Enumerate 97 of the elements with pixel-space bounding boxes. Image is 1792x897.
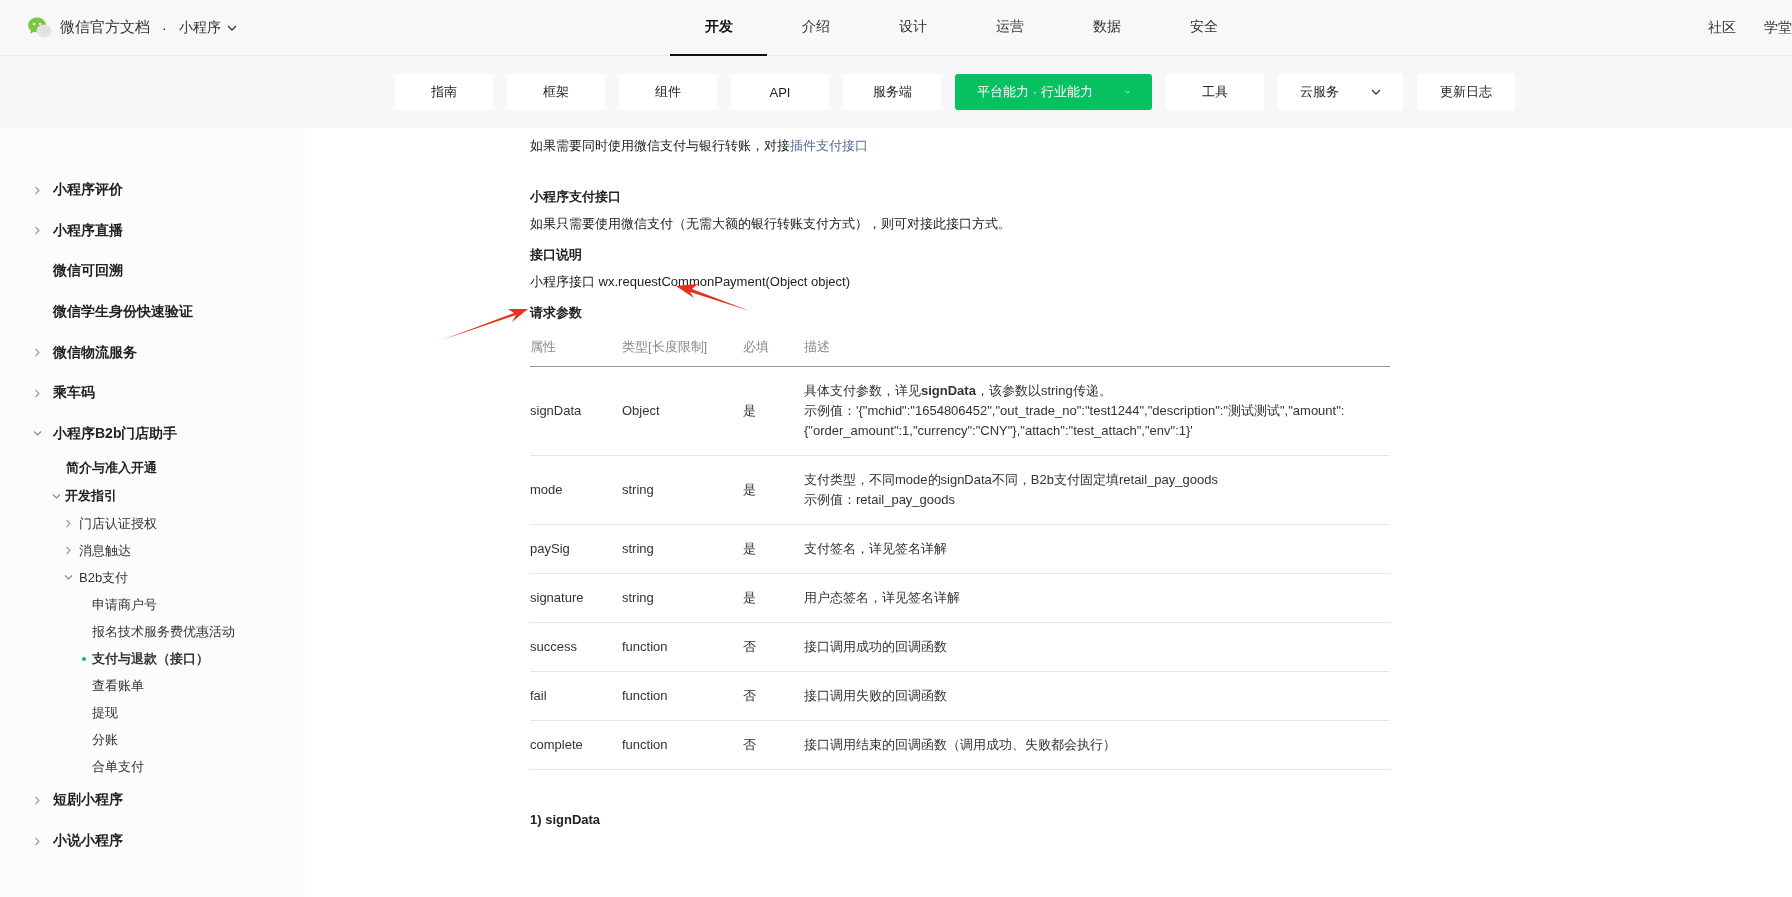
chevron-icon[interactable] — [33, 388, 42, 398]
table-cell: Object — [622, 366, 743, 456]
chevron-icon[interactable] — [64, 546, 73, 556]
header-link[interactable]: 学堂 — [1764, 18, 1792, 37]
sidebar-item[interactable]: 短剧小程序 — [53, 791, 123, 810]
plugin-payment-link[interactable]: 插件支付接口 — [790, 138, 868, 153]
table-cell: string — [622, 455, 743, 525]
header-link[interactable]: 社区 — [1708, 18, 1736, 37]
table-cell: 是 — [743, 573, 804, 623]
nav-tab[interactable]: 运营 — [961, 0, 1058, 56]
column-header: 描述 — [804, 330, 1390, 367]
table-cell-text: 示例值：'{"mchid":"1654806452","out_trade_no":"test1244","description":"测试测试","amount":{"order_amount":1,"currency":"CNY"},"attach":"test_attach","env":1}' — [804, 402, 1346, 440]
table-cell: string — [622, 524, 743, 574]
table-cell: signature — [530, 573, 622, 623]
table-cell: string — [622, 573, 743, 623]
table-cell: function — [622, 671, 743, 721]
sidebar-item[interactable]: B2b支付 — [79, 568, 129, 587]
section-heading: 小程序支付接口 — [530, 188, 622, 206]
subsection-heading: 接口说明 — [530, 246, 583, 264]
table-cell-text: 接口调用失败的回调函数 — [804, 687, 948, 705]
bullet-icon — [82, 656, 86, 661]
sidebar-item[interactable]: 小说小程序 — [53, 832, 123, 851]
site-title[interactable]: 微信官方文档 — [60, 18, 150, 37]
product-dropdown[interactable]: 小程序 — [178, 18, 237, 37]
sidebar-item[interactable]: 小程序B2b门店助手 — [53, 424, 178, 443]
sidebar-item[interactable]: 微信学生身份快速验证 — [53, 303, 193, 322]
column-header: 属性 — [530, 330, 622, 367]
table-cell-text: 支付类型，不同mode的signData不同，B2b支付固定填retail_pay_goods — [804, 471, 1219, 489]
subnav-button[interactable]: 框架 — [507, 74, 605, 110]
chevron-icon[interactable] — [33, 185, 42, 195]
chevron-icon[interactable] — [52, 491, 61, 501]
sidebar-item[interactable]: 提现 — [92, 703, 118, 722]
sidebar-item[interactable]: 申请商户号 — [92, 595, 157, 614]
table-cell-text: 支付签名，详见签名详解 — [804, 540, 948, 558]
subnav-button[interactable]: 组件 — [619, 74, 717, 110]
chevron-icon[interactable] — [64, 573, 73, 583]
api-signature: 小程序接口 wx.requestCommonPayment(Object object) — [530, 273, 852, 291]
chevron-icon[interactable] — [33, 795, 42, 805]
table-cell-text: 接口调用结束的回调函数（调用成功、失败都会执行） — [804, 736, 1117, 754]
subnav-button[interactable]: 指南 — [395, 74, 493, 110]
chat-bubbles-logo-icon — [28, 16, 52, 39]
chevron-icon[interactable] — [33, 429, 42, 439]
subnav-button[interactable]: 更新日志 — [1417, 74, 1515, 110]
section-text: 如果只需要使用微信支付（无需大额的银行转账支付方式），则可对接此接口方式。 — [530, 215, 1012, 233]
sidebar-item[interactable]: 简介与准入开通 — [66, 459, 157, 478]
table-cell-text: 接口调用成功的回调函数 — [804, 638, 948, 656]
sidebar-item[interactable]: 分账 — [92, 730, 118, 749]
chevron-icon[interactable] — [33, 226, 42, 236]
nav-tab[interactable]: 数据 — [1058, 0, 1155, 56]
sidebar-item[interactable]: 消息触达 — [79, 541, 131, 560]
sidebar-item[interactable]: 小程序直播 — [53, 221, 123, 240]
subnav-button[interactable]: API — [731, 74, 829, 110]
chevron-down-icon — [1124, 89, 1130, 95]
sidebar-item[interactable]: 支付与退款（接口） — [92, 649, 209, 668]
nav-tab[interactable]: 设计 — [864, 0, 961, 56]
table-cell: 是 — [743, 366, 804, 456]
table-cell-text: 具体支付参数，详见signData，该参数以string传递。 — [804, 382, 1113, 400]
chevron-icon[interactable] — [33, 348, 42, 358]
table-cell: fail — [530, 671, 622, 721]
table-cell: mode — [530, 455, 622, 525]
sidebar-item[interactable]: 合单支付 — [92, 757, 144, 776]
table-cell: signData — [530, 366, 622, 456]
table-cell-text: 用户态签名，详见签名详解 — [804, 589, 961, 607]
sidebar-item[interactable]: 报名技术服务费优惠活动 — [92, 622, 235, 641]
subnav-button[interactable]: 服务端 — [843, 74, 941, 110]
sidebar-item[interactable]: 门店认证授权 — [79, 514, 157, 533]
table-cell: 是 — [743, 524, 804, 574]
sidebar-item[interactable]: 微信物流服务 — [53, 343, 137, 362]
subsection-heading: 1) signData — [530, 811, 602, 829]
chevron-down-icon — [226, 24, 237, 31]
table-cell: 否 — [743, 671, 804, 721]
table-cell: 否 — [743, 720, 804, 770]
chevron-down-icon — [1371, 89, 1381, 95]
subnav-button[interactable]: 云服务 — [1278, 74, 1403, 110]
subsection-heading: 请求参数 — [530, 304, 583, 322]
title-separator: · — [162, 19, 167, 36]
column-header: 必填 — [743, 330, 804, 367]
table-cell: function — [622, 720, 743, 770]
table-cell: function — [622, 622, 743, 672]
chevron-icon[interactable] — [64, 519, 73, 529]
table-cell: 是 — [743, 455, 804, 525]
sidebar-item[interactable]: 乘车码 — [53, 384, 95, 403]
nav-tab[interactable]: 安全 — [1155, 0, 1252, 56]
table-cell: complete — [530, 720, 622, 770]
sidebar-item[interactable]: 开发指引 — [65, 487, 117, 506]
nav-tab[interactable]: 介绍 — [767, 0, 864, 56]
subnav-button[interactable]: 工具 — [1166, 74, 1264, 110]
table-cell: 否 — [743, 622, 804, 672]
chevron-icon[interactable] — [33, 836, 42, 846]
table-cell: paySig — [530, 524, 622, 574]
sidebar-item[interactable]: 小程序评价 — [53, 181, 123, 200]
table-cell-text: 示例值：retail_pay_goods — [804, 491, 957, 509]
column-header: 类型[长度限制] — [622, 330, 743, 367]
sidebar-item[interactable]: 查看账单 — [92, 676, 144, 695]
sidebar-item[interactable]: 微信可回溯 — [53, 262, 123, 281]
intro-text: 如果需要同时使用微信支付与银行转账，对接插件支付接口 — [530, 137, 869, 155]
table-cell: success — [530, 622, 622, 672]
